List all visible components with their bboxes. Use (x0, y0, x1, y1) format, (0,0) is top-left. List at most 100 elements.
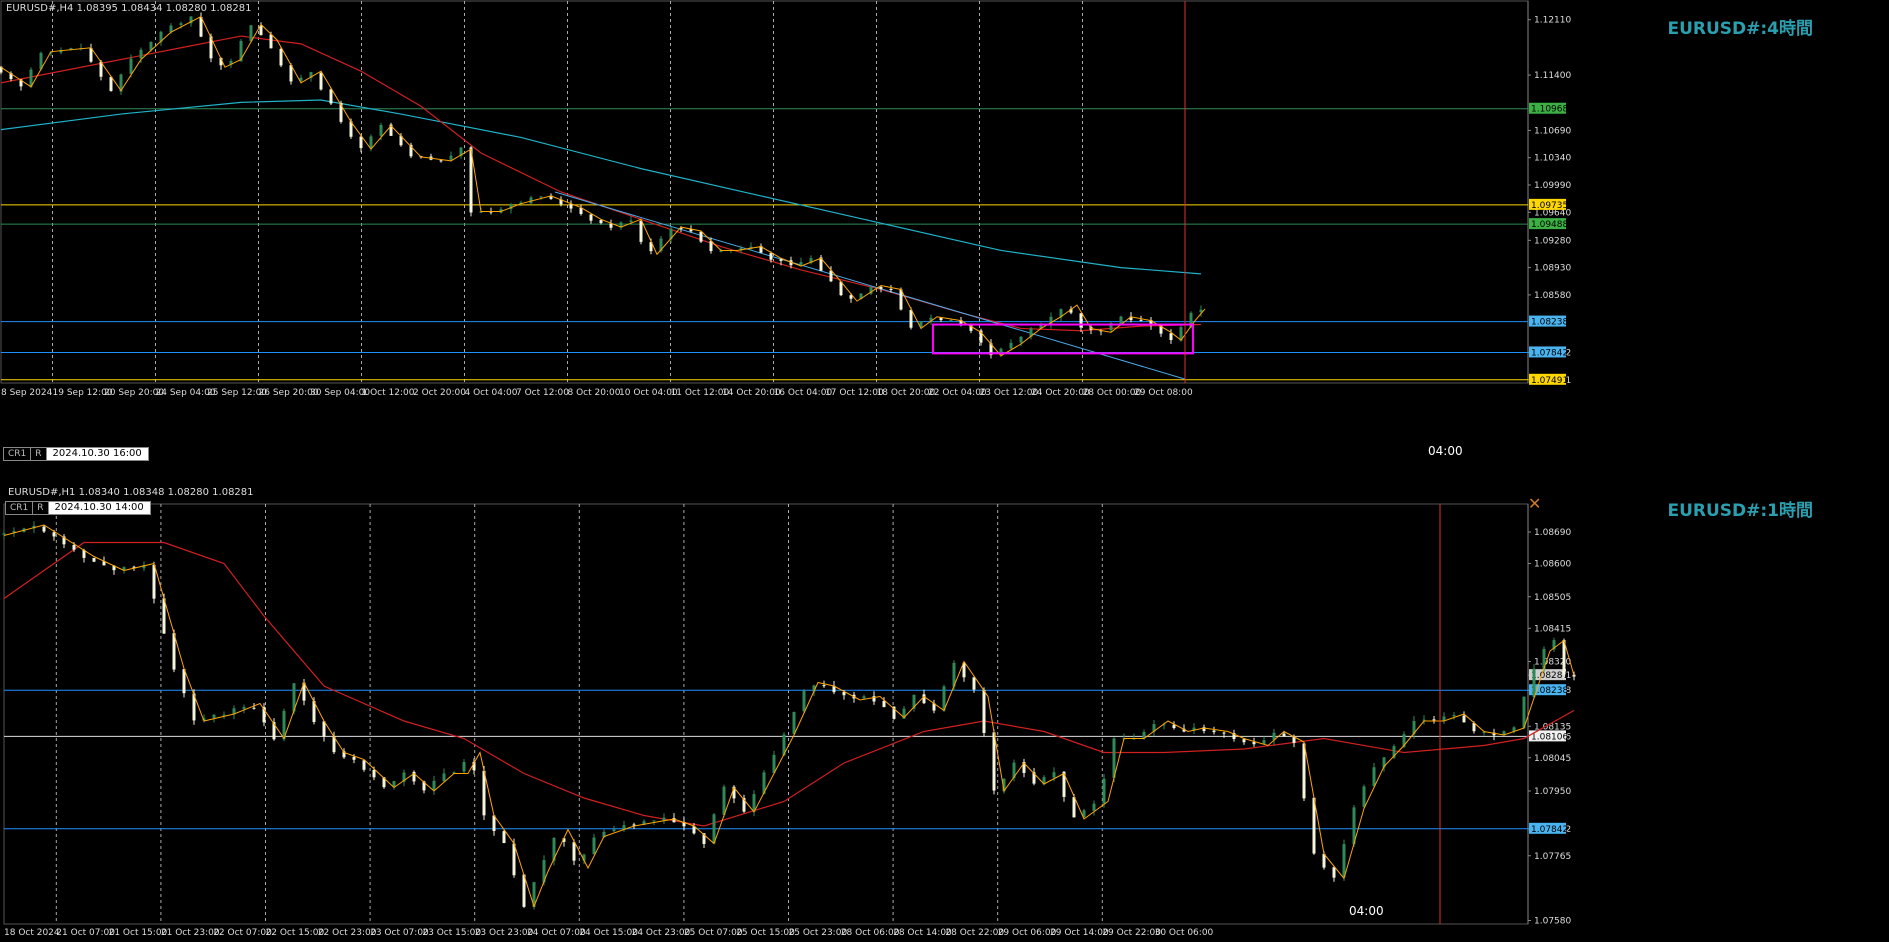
h1-candle-body (322, 721, 326, 737)
h4-ma-red (0, 35, 1202, 332)
h4-price-label: 1.09488 (1531, 220, 1568, 230)
h1-y-tick-label: 1.07580 (1534, 917, 1571, 927)
h4-cr-label: CR1 (4, 448, 32, 460)
h1-candle-body (1092, 803, 1096, 811)
h1-candle-body (592, 837, 596, 855)
h4-y-tick-label: 1.10340 (1534, 154, 1571, 164)
h4-x-tick-label: 1 Oct 12:00 (362, 388, 415, 398)
h1-candle-body (182, 669, 186, 694)
h1-candle-body (152, 564, 156, 599)
h1-cr-label: CR1 (6, 502, 34, 514)
h1-x-tick-label: 29 Oct 22:00 (1102, 928, 1161, 938)
h1-chart-canvas: 18 Oct 202421 Oct 07:0021 Oct 15:0021 Oc… (2, 503, 1576, 938)
h1-candle-body (612, 829, 616, 832)
h1-x-tick-label: 28 Oct 22:00 (945, 928, 1004, 938)
h1-candle-body (1212, 730, 1216, 733)
h1-y-tick-label: 1.07950 (1534, 787, 1571, 797)
h4-price-label: 1.07491 (1531, 376, 1568, 386)
h1-candle-body (1362, 786, 1366, 807)
h1-candle-body (792, 711, 796, 734)
h1-r-label: R (33, 502, 49, 514)
h1-y-tick-label: 1.07765 (1534, 852, 1571, 862)
h1-x-tick-label: 22 Oct 23:00 (318, 928, 377, 938)
h4-x-tick-label: 22 Oct 04:00 (928, 388, 987, 398)
h1-crosshair-box[interactable]: CR1 R 2024.10.30 14:00 (5, 501, 151, 515)
h1-candle-body (1532, 668, 1536, 698)
h1-candle-body (1452, 714, 1456, 717)
h1-candle-body (1332, 867, 1336, 878)
h4-candle-body (269, 34, 273, 49)
h4-candle-body (639, 220, 643, 242)
h4-candle-body (579, 207, 583, 214)
h1-candle-body (2, 533, 6, 535)
h1-candle-body (1222, 732, 1226, 734)
h4-candle-body (879, 286, 883, 289)
h4-y-tick-label: 1.12110 (1534, 16, 1571, 26)
h1-chart-pane[interactable]: 18 Oct 2024 21 Oct 07:00 21 Oct 15:00 21 Oc… (0, 484, 1889, 942)
h1-candle-body (1302, 743, 1306, 799)
h4-x-tick-label: 28 Oct 00:00 (1083, 388, 1142, 398)
h1-datetime-box: 2024.10.30 14:00 (48, 502, 150, 514)
h4-price-label: 1.10968 (1531, 105, 1568, 115)
h4-candle-body (1019, 336, 1023, 343)
h1-candle-body (242, 706, 246, 709)
h4-candle-body (829, 270, 833, 282)
h4-candle-body (369, 136, 373, 149)
h1-y-tick-label: 1.08505 (1534, 593, 1571, 603)
h1-candle-body (42, 526, 46, 532)
h1-candle-body (1462, 715, 1466, 723)
h4-candle-body (609, 223, 613, 228)
h1-candle-body (1432, 719, 1436, 721)
h4-candle-body (539, 196, 543, 198)
h1-x-tick-label: 28 Oct 06:00 (841, 928, 900, 938)
h1-x-tick-label: 25 Oct 07:00 (684, 928, 743, 938)
h1-candle-body (442, 773, 446, 782)
h4-x-tick-label: 16 Oct 04:00 (774, 388, 833, 398)
h4-price-label: 1.07842 (1531, 348, 1568, 358)
h4-x-tick-label: 8 Oct 20:00 (568, 388, 621, 398)
h4-chart-pane[interactable]: 8 Sep 2024 19 Sep 12:00 20 Sep 20:00 24 Sep… (0, 0, 1889, 484)
h1-candle-body (1102, 778, 1106, 804)
h1-candle-body (502, 831, 506, 844)
h1-x-tick-label: 22 Oct 15:00 (266, 928, 325, 938)
h4-x-tick-label: 7 Oct 12:00 (516, 388, 569, 398)
h1-cursor-time: 04:00 (1349, 904, 1384, 918)
h4-candle-body (279, 48, 283, 66)
h4-candle-body (139, 49, 143, 59)
h1-candle-body (252, 707, 256, 709)
h4-candle-body (449, 155, 453, 160)
h4-candle-body (769, 253, 773, 260)
h4-crosshair-box[interactable]: CR1 R 2024.10.30 16:00 (3, 447, 149, 461)
h1-candle-body (92, 557, 96, 562)
h4-zigzag (0, 15, 1206, 357)
h4-header-quote: EURUSD#,H4 1.08395 1.08434 1.08280 1.082… (6, 3, 252, 14)
h4-candle-body (129, 58, 133, 74)
h1-candle-body (862, 696, 866, 699)
h1-x-tick-label: 21 Oct 15:00 (109, 928, 168, 938)
h4-candle-body (359, 136, 363, 149)
h1-candle-body (722, 786, 726, 815)
h4-x-tick-label: 14 Oct 20:00 (722, 388, 781, 398)
h4-y-tick-label: 1.09280 (1534, 236, 1571, 246)
h4-candle-body (709, 240, 713, 252)
h1-price-label: 1.07842 (1531, 825, 1568, 835)
h1-candle-body (1242, 739, 1246, 743)
h4-candle-body (779, 259, 783, 261)
h1-y-tick-label: 1.08045 (1534, 754, 1571, 764)
h4-x-tick-label: 29 Oct 08:00 (1134, 388, 1193, 398)
h4-candle-body (379, 125, 383, 136)
h1-candle-body (802, 690, 806, 712)
h1-candle-body (1072, 797, 1076, 818)
h1-candle-body (1282, 733, 1286, 737)
h1-x-tick-label: 21 Oct 07:00 (56, 928, 115, 938)
h4-candle-body (889, 288, 893, 290)
h1-x-tick-label: 25 Oct 23:00 (789, 928, 848, 938)
h4-x-tick-label: 11 Oct 12:00 (671, 388, 730, 398)
signal-icon[interactable]: ✕ (1528, 494, 1541, 513)
h4-symbol-title: EURUSD#:4時間 (1667, 19, 1813, 39)
h4-frame (0, 0, 1529, 384)
h1-candle-body (462, 762, 466, 772)
h1-candle-body (972, 677, 976, 690)
h1-y-tick-label: 1.08320 (1534, 658, 1571, 668)
h4-candle-body (949, 319, 953, 321)
